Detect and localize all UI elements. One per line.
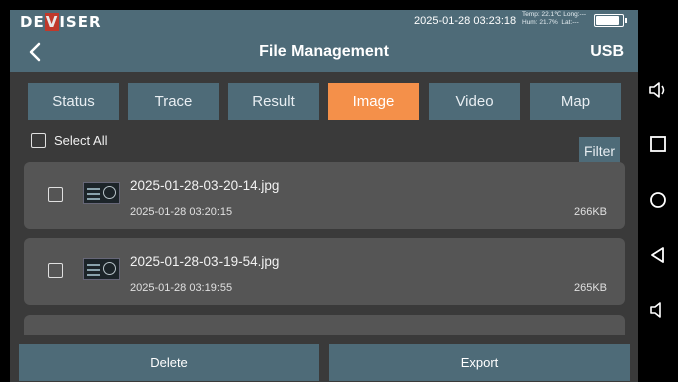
volume-down-icon xyxy=(650,302,661,318)
page-title: File Management xyxy=(259,43,389,60)
image-thumbnail xyxy=(83,258,120,280)
select-all-toggle[interactable]: Select All xyxy=(31,133,107,148)
filter-button[interactable]: Filter xyxy=(579,137,620,164)
tab-trace[interactable]: Trace xyxy=(128,83,219,120)
file-name: 2025-01-28-03-20-14.jpg xyxy=(130,178,280,193)
file-checkbox[interactable] xyxy=(48,187,63,202)
home-button[interactable] xyxy=(646,188,670,212)
clock: 2025-01-28 03:23:18 xyxy=(414,15,517,27)
system-nav-bar xyxy=(638,0,678,382)
recent-apps-icon xyxy=(650,136,666,152)
file-size: 265KB xyxy=(573,282,607,294)
action-bar: Delete Export xyxy=(10,344,638,382)
file-row[interactable]: 2025-01-28-03-20-14.jpg 2025-01-28 03:20… xyxy=(24,162,625,229)
latitude: Lat:--- xyxy=(561,19,579,26)
image-thumbnail xyxy=(83,182,120,204)
file-date: 2025-01-28 03:19:55 xyxy=(130,282,233,294)
delete-button[interactable]: Delete xyxy=(19,344,319,381)
volume-up-icon xyxy=(649,82,665,98)
file-list[interactable]: 2025-01-28-03-20-14.jpg 2025-01-28 03:20… xyxy=(24,162,625,335)
file-size: 266KB xyxy=(573,206,607,218)
export-button[interactable]: Export xyxy=(329,344,630,381)
temperature: Temp: 22.1℃ xyxy=(522,11,562,18)
home-icon xyxy=(650,192,666,208)
longitude: Long:--- xyxy=(563,11,587,18)
tab-status[interactable]: Status xyxy=(28,83,119,120)
tab-map[interactable]: Map xyxy=(530,83,621,120)
status-bar: DEVISER 2025-01-28 03:23:18 Temp: 22.1℃ … xyxy=(10,10,638,32)
app-screen: DEVISER 2025-01-28 03:23:18 Temp: 22.1℃ … xyxy=(10,10,638,382)
volume-down-button[interactable] xyxy=(646,298,670,322)
battery-fill xyxy=(596,16,619,25)
file-row-partial[interactable] xyxy=(24,315,625,335)
back-nav-icon xyxy=(651,247,664,263)
nav-back-button[interactable] xyxy=(646,243,670,267)
recent-apps-button[interactable] xyxy=(646,132,670,156)
tab-video[interactable]: Video xyxy=(429,83,520,120)
select-all-checkbox[interactable] xyxy=(31,133,46,148)
select-all-label: Select All xyxy=(54,133,108,148)
file-name: 2025-01-28-03-19-54.jpg xyxy=(130,254,280,269)
storage-selector[interactable]: USB xyxy=(590,43,624,61)
file-checkbox[interactable] xyxy=(48,263,63,278)
battery-icon xyxy=(594,14,627,27)
tab-result[interactable]: Result xyxy=(228,83,319,120)
title-bar: File Management USB xyxy=(10,32,638,72)
humidity: Hum: 21.7% xyxy=(522,19,558,26)
file-date: 2025-01-28 03:20:15 xyxy=(130,206,233,218)
file-row[interactable]: 2025-01-28-03-19-54.jpg 2025-01-28 03:19… xyxy=(24,238,625,305)
tab-image[interactable]: Image xyxy=(328,83,419,120)
brand-logo: DEVISER xyxy=(20,13,102,31)
volume-up-button[interactable] xyxy=(646,78,670,102)
environment-readout: Temp: 22.1℃ Long:--- Hum: 21.7% Lat:--- xyxy=(522,11,586,27)
